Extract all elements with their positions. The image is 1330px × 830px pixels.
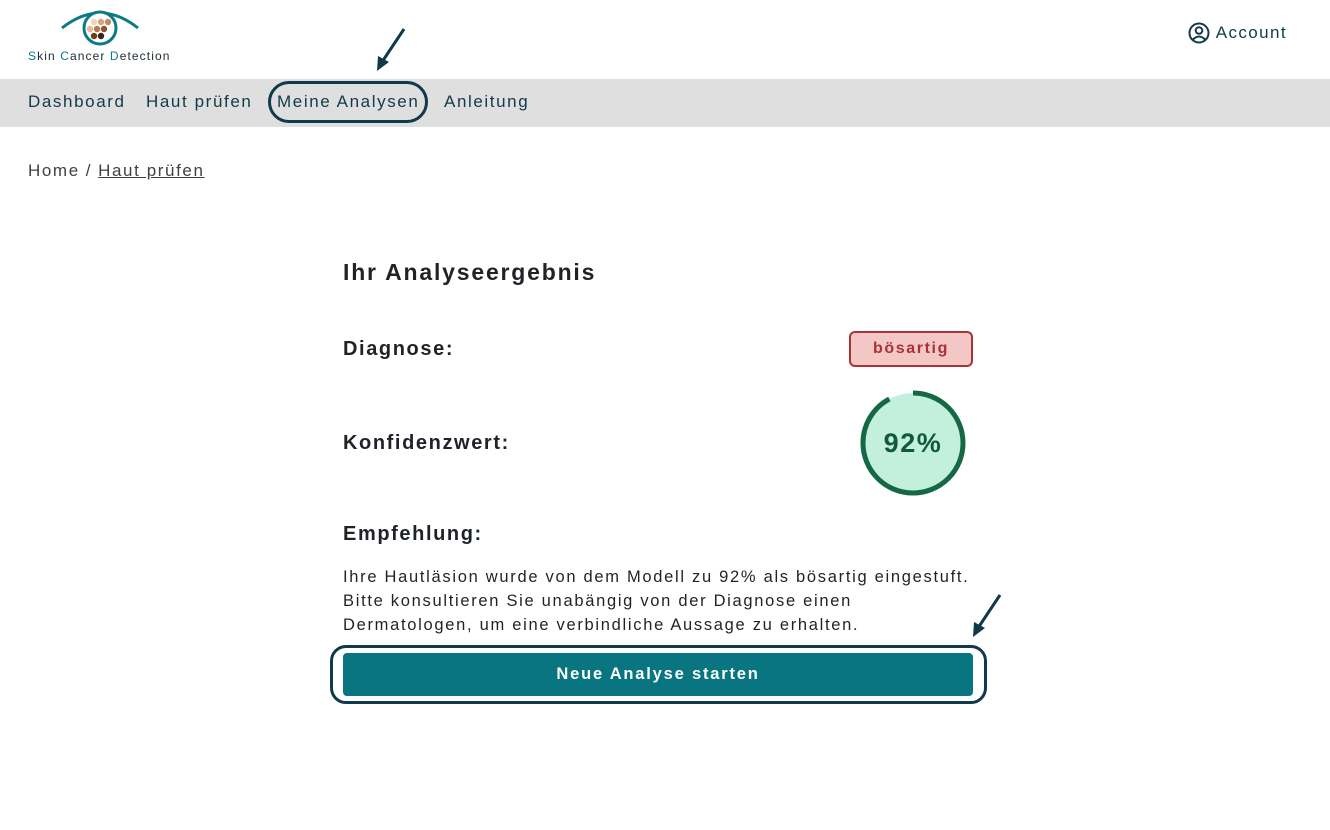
recommendation-text: Ihre Hautläsion wurde von dem Modell zu … [343, 568, 970, 634]
nav-item-meine-analysen[interactable]: Meine Analysen [268, 81, 429, 123]
confidence-label: Konfidenzwert: [343, 432, 510, 454]
header: Skin Cancer Detection Account [0, 0, 1330, 79]
account-link[interactable]: Account [1188, 22, 1287, 44]
new-analysis-button[interactable]: Neue Analyse starten [343, 653, 973, 696]
confidence-value: 92% [883, 428, 943, 458]
eye-logo-icon [61, 10, 139, 46]
main-nav: Dashboard Haut prüfen Meine Analysen Anl… [0, 79, 1330, 127]
diagnosis-label: Diagnose: [343, 338, 455, 360]
recommendation-label: Empfehlung: [343, 523, 483, 545]
breadcrumb: Home / Haut prüfen [28, 161, 205, 181]
nav-item-anleitung[interactable]: Anleitung [444, 92, 529, 112]
app-logo[interactable]: Skin Cancer Detection [28, 8, 188, 68]
annotation-arrow-icon [377, 28, 406, 71]
account-label: Account [1215, 23, 1287, 42]
page-title: Ihr Analyseergebnis [343, 259, 597, 285]
user-circle-icon [1188, 22, 1210, 44]
breadcrumb-current[interactable]: Haut prüfen [98, 161, 204, 180]
nav-item-haut-pruefen[interactable]: Haut prüfen [146, 92, 252, 112]
annotation-arrow-icon [973, 594, 1002, 637]
diagnosis-badge: bösartig [849, 331, 973, 367]
confidence-gauge: 92% [858, 388, 968, 498]
nav-item-dashboard[interactable]: Dashboard [28, 92, 126, 112]
logo-text: Skin Cancer Detection [28, 49, 171, 63]
breadcrumb-home[interactable]: Home [28, 161, 80, 180]
breadcrumb-separator: / [85, 161, 93, 180]
